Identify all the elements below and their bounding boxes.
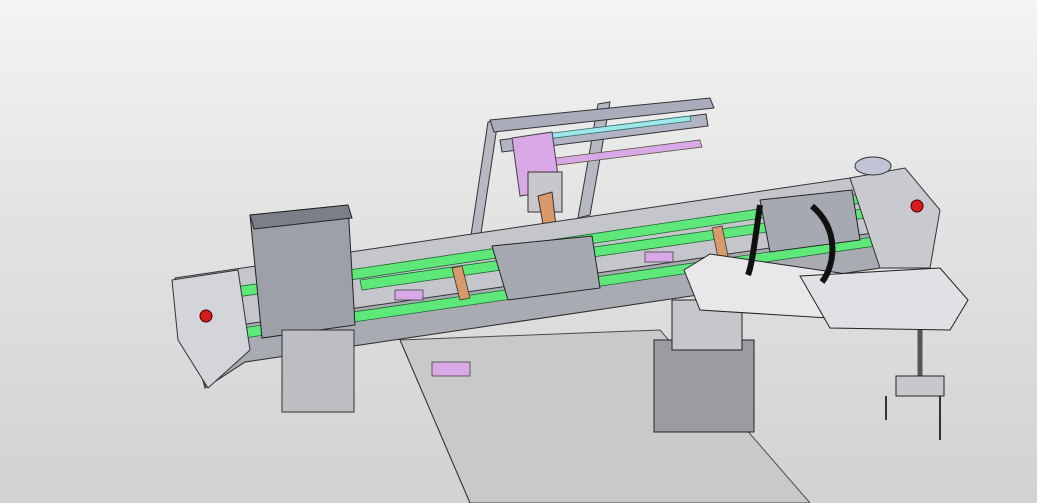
pink-block-2: [644, 251, 674, 263]
robot-base: [653, 339, 755, 433]
robot-gripper: [885, 375, 945, 440]
stop-button-left: [199, 309, 213, 323]
pink-block-3: [431, 361, 471, 377]
cad-model-scene[interactable]: [0, 0, 1037, 503]
tray-center: [491, 235, 601, 301]
stop-button-right: [910, 199, 924, 213]
tray-stack-left: [249, 204, 356, 413]
pink-block-1: [394, 289, 424, 301]
conveyor-end-left: [171, 269, 251, 389]
cad-viewport[interactable]: [0, 0, 1037, 503]
